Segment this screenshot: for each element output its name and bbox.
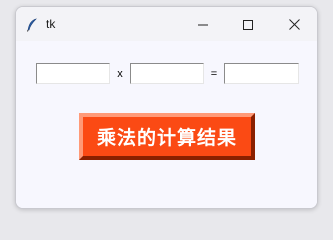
- close-button[interactable]: [272, 7, 316, 41]
- app-window: tk x = 乘法的计算结果: [15, 6, 318, 209]
- multiplicand-input[interactable]: [36, 63, 110, 84]
- calculate-product-button[interactable]: 乘法的计算结果: [79, 113, 255, 160]
- window-title: tk: [46, 17, 56, 31]
- maximize-icon: [243, 15, 253, 34]
- window-client-area: x = 乘法的计算结果: [16, 41, 317, 208]
- maximize-button[interactable]: [226, 7, 270, 41]
- minimize-icon: [198, 15, 208, 34]
- minimize-button[interactable]: [181, 7, 225, 41]
- feather-icon: [26, 17, 38, 32]
- close-icon: [288, 15, 300, 34]
- multiply-label: x: [117, 68, 123, 80]
- result-input[interactable]: [224, 63, 299, 84]
- title-bar[interactable]: tk: [16, 7, 317, 41]
- multiplier-input[interactable]: [130, 63, 204, 84]
- equals-label: =: [210, 68, 218, 80]
